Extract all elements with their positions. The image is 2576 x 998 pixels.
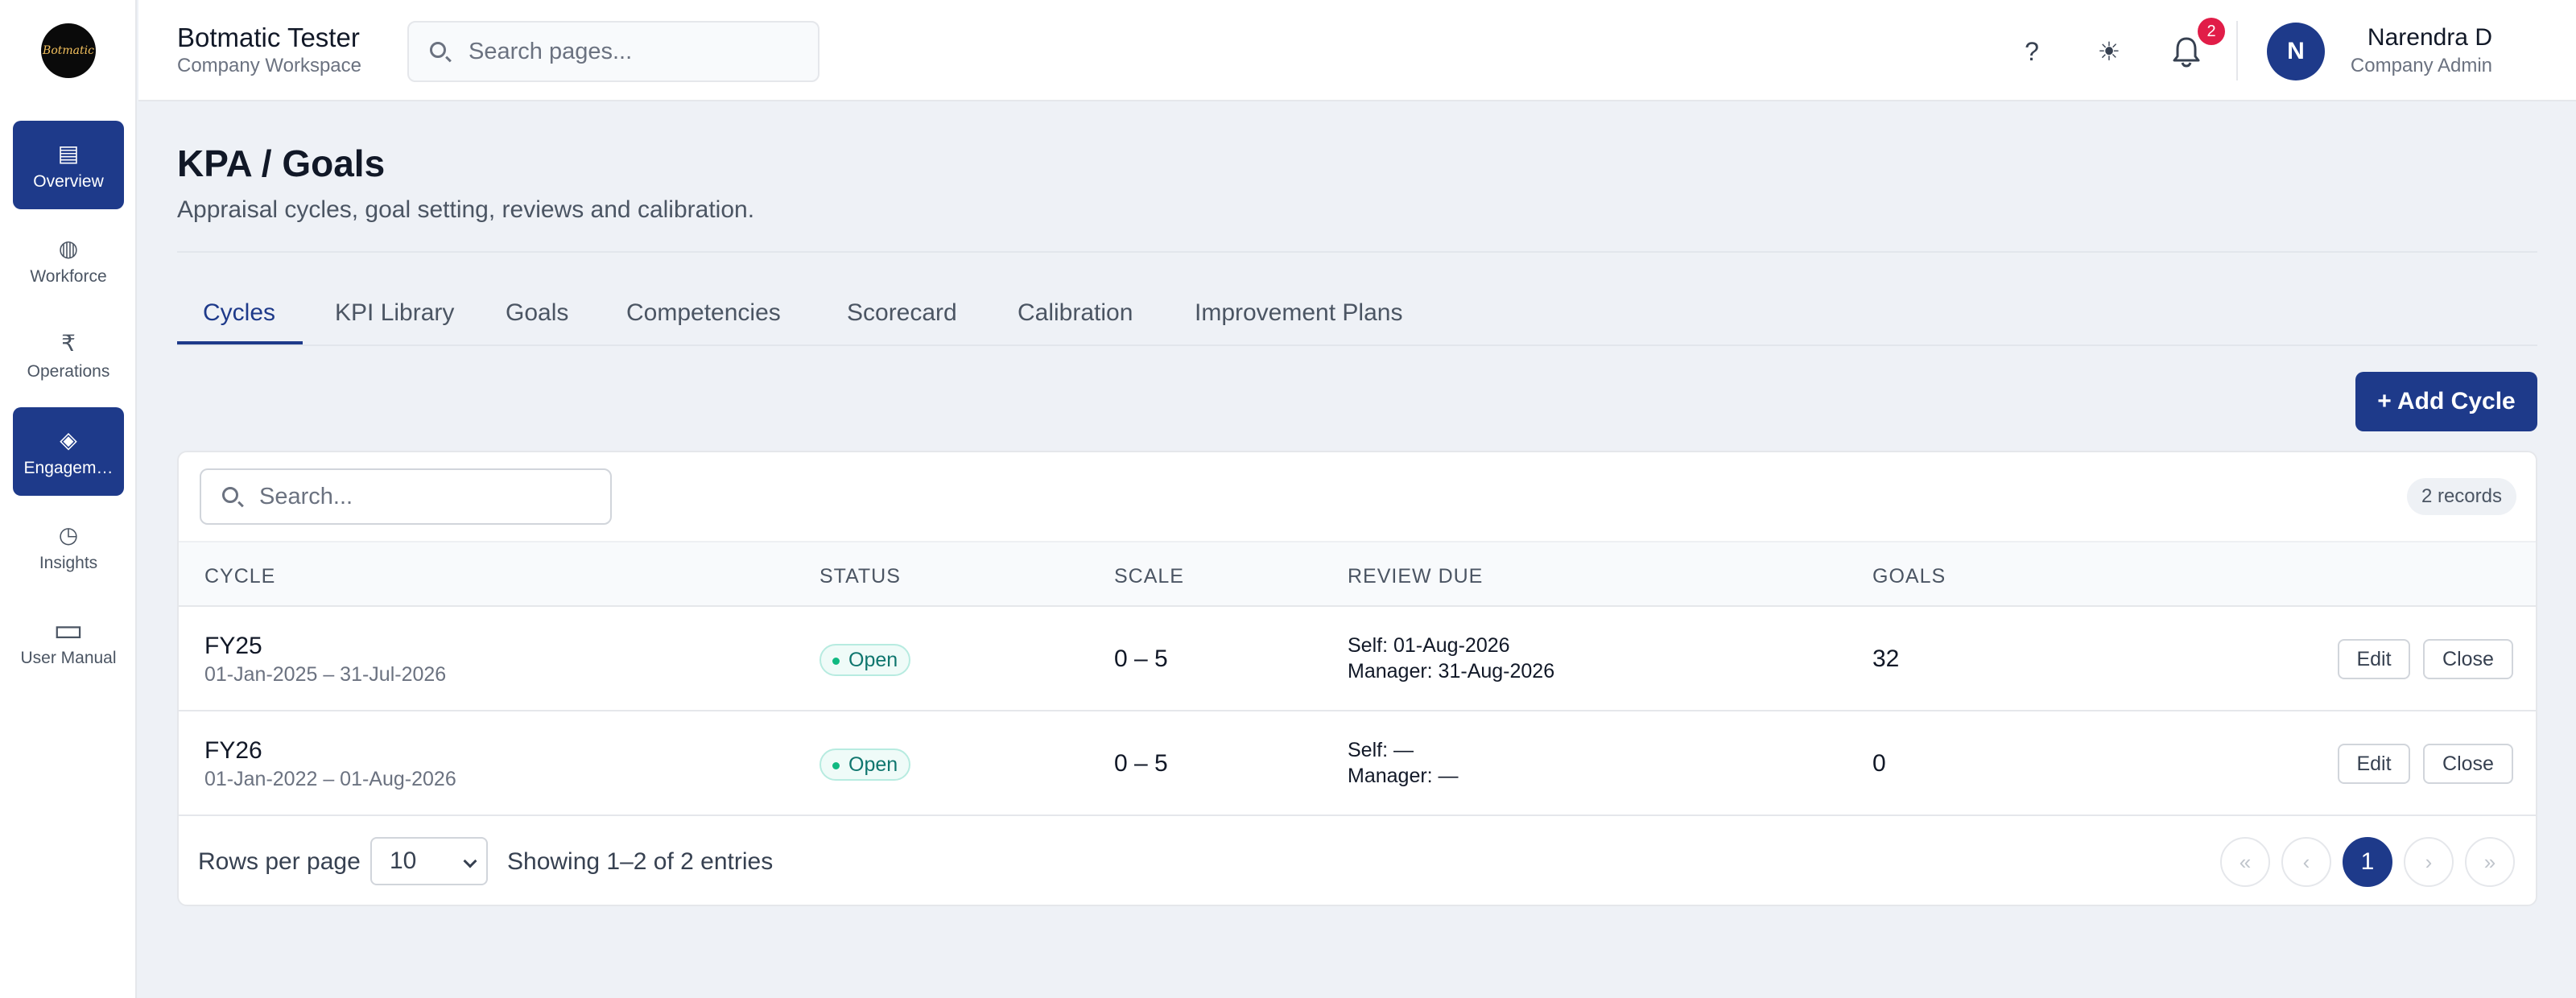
divider: [2236, 21, 2238, 80]
sun-icon[interactable]: ☀: [2087, 29, 2132, 74]
globe-icon: ◍: [58, 236, 79, 261]
goals-count: 0: [1872, 750, 1886, 777]
manager-review-due: Manager: —: [1348, 765, 1459, 787]
sidebar-item-workforce[interactable]: ◍ Workforce: [13, 216, 124, 304]
entries-summary: Showing 1–2 of 2 entries: [507, 848, 774, 875]
edit-button[interactable]: Edit: [2338, 744, 2410, 784]
tab-scorecard[interactable]: Scorecard: [847, 299, 957, 327]
table-search[interactable]: [200, 468, 612, 525]
sidebar-item-label: Workforce: [30, 267, 107, 286]
column-header-cycle[interactable]: CYCLE: [204, 565, 275, 588]
tab-bar: Cycles KPI Library Goals Competencies Sc…: [177, 290, 2537, 346]
page-search[interactable]: [407, 21, 819, 82]
rows-per-page-label: Rows per page: [198, 848, 361, 875]
next-page-button[interactable]: ›: [2404, 837, 2454, 887]
tab-cycles[interactable]: Cycles: [203, 299, 275, 327]
search-icon: [430, 42, 449, 61]
page-button-1[interactable]: 1: [2343, 837, 2392, 887]
column-header-goals[interactable]: GOALS: [1872, 565, 1946, 588]
table-search-input[interactable]: [259, 483, 581, 510]
prev-page-button[interactable]: ‹: [2281, 837, 2331, 887]
diamond-icon: ◈: [60, 427, 77, 452]
review-due: Self: — Manager: —: [1348, 737, 1459, 789]
scale-value: 0 – 5: [1114, 750, 1168, 777]
sidebar-item-insights[interactable]: ◷ Insights: [13, 502, 124, 591]
rows-per-page-value: 10: [390, 847, 417, 874]
cycle-name: FY25: [204, 633, 262, 659]
page-subtitle: Appraisal cycles, goal setting, reviews …: [177, 196, 755, 223]
cycle-dates: 01-Jan-2025 – 31-Jul-2026: [204, 663, 447, 686]
sidebar-item-overview[interactable]: ▤ Overview: [13, 121, 124, 209]
workspace-title: Botmatic Tester: [177, 23, 360, 52]
sidebar-item-operations[interactable]: ₹ Operations: [13, 311, 124, 399]
workspace-subtitle: Company Workspace: [177, 55, 361, 76]
logo-text: Botmatic: [43, 44, 94, 57]
last-page-button[interactable]: »: [2465, 837, 2515, 887]
tab-goals[interactable]: Goals: [506, 299, 568, 327]
pie-chart-icon: ◷: [58, 522, 79, 547]
column-header-scale[interactable]: SCALE: [1114, 565, 1184, 588]
self-review-due: Self: 01-Aug-2026: [1348, 634, 1510, 657]
table-footer: Rows per page 10 Showing 1–2 of 2 entrie…: [179, 816, 2536, 905]
self-review-due: Self: —: [1348, 739, 1414, 761]
table-header: CYCLE STATUS SCALE REVIEW DUE GOALS: [179, 541, 2536, 607]
scale-value: 0 – 5: [1114, 645, 1168, 672]
review-due: Self: 01-Aug-2026 Manager: 31-Aug-2026: [1348, 633, 1554, 684]
sidebar-item-label: Insights: [39, 554, 98, 572]
active-tab-indicator: [177, 341, 303, 344]
tab-kpi-library[interactable]: KPI Library: [335, 299, 454, 327]
sidebar: Botmatic ▤ Overview ◍ Workforce ₹ Operat…: [0, 0, 137, 998]
list-icon: ▤: [57, 141, 80, 166]
page-title: KPA / Goals: [177, 142, 386, 184]
book-icon: ▭: [53, 612, 84, 648]
sidebar-item-user-manual[interactable]: ▭ User Manual: [13, 597, 124, 686]
close-button[interactable]: Close: [2423, 744, 2513, 784]
chevron-down-icon: [463, 854, 477, 868]
sidebar-item-engagement[interactable]: ◈ Engagem…: [13, 407, 124, 496]
rupee-icon: ₹: [61, 331, 76, 356]
rows-per-page-select[interactable]: 10: [370, 837, 488, 885]
edit-button[interactable]: Edit: [2338, 639, 2410, 679]
sidebar-item-label: Engagem…: [23, 459, 114, 477]
close-button[interactable]: Close: [2423, 639, 2513, 679]
column-header-status[interactable]: STATUS: [819, 565, 901, 588]
user-role: Company Admin: [2350, 55, 2492, 76]
page-search-input[interactable]: [469, 38, 791, 65]
tab-competencies[interactable]: Competencies: [626, 299, 781, 327]
status-badge: Open: [819, 644, 911, 676]
notification-badge: 2: [2198, 18, 2225, 45]
column-header-review-due[interactable]: REVIEW DUE: [1348, 565, 1483, 588]
first-page-button[interactable]: «: [2220, 837, 2270, 887]
help-icon[interactable]: ?: [2009, 29, 2054, 74]
add-cycle-button[interactable]: + Add Cycle: [2355, 372, 2537, 431]
table-row: FY26 01-Jan-2022 – 01-Aug-2026 Open 0 – …: [179, 711, 2536, 816]
status-badge: Open: [819, 748, 911, 781]
avatar[interactable]: N: [2267, 23, 2325, 80]
sidebar-item-label: Operations: [27, 362, 110, 381]
tab-calibration[interactable]: Calibration: [1018, 299, 1133, 327]
user-name[interactable]: Narendra D: [2368, 24, 2492, 52]
sidebar-item-label: Overview: [33, 172, 104, 191]
divider: [177, 251, 2537, 253]
bell-icon-svg: [2173, 37, 2200, 68]
sidebar-item-label: User Manual: [20, 649, 117, 667]
cycles-table-card: 2 records CYCLE STATUS SCALE REVIEW DUE …: [177, 451, 2537, 906]
search-icon: [222, 487, 242, 506]
top-bar: Botmatic Tester Company Workspace ? ☀ 2 …: [138, 0, 2576, 101]
table-row: FY25 01-Jan-2025 – 31-Jul-2026 Open 0 – …: [179, 607, 2536, 711]
goals-count: 32: [1872, 645, 1900, 672]
manager-review-due: Manager: 31-Aug-2026: [1348, 660, 1555, 683]
botmatic-logo[interactable]: Botmatic: [41, 23, 96, 78]
cycle-dates: 01-Jan-2022 – 01-Aug-2026: [204, 768, 456, 790]
cycle-name: FY26: [204, 737, 262, 764]
tab-improvement-plans[interactable]: Improvement Plans: [1195, 299, 1402, 327]
records-count-badge: 2 records: [2406, 478, 2516, 515]
